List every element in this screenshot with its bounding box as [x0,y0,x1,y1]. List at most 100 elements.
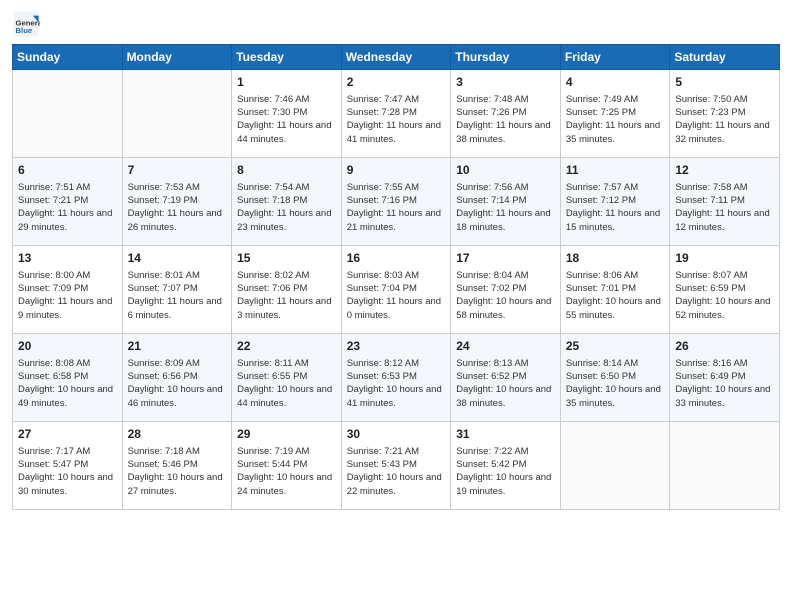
sunset: Sunset: 6:56 PM [128,371,198,382]
day-number: 2 [347,74,446,91]
daylight: Daylight: 11 hours and 35 minutes. [566,120,660,144]
sunrise: Sunrise: 7:55 AM [347,182,419,193]
sunset: Sunset: 5:46 PM [128,459,198,470]
sunset: Sunset: 5:44 PM [237,459,307,470]
calendar-table: SundayMondayTuesdayWednesdayThursdayFrid… [12,44,780,510]
calendar-cell: 12Sunrise: 7:58 AMSunset: 7:11 PMDayligh… [670,158,780,246]
daylight: Daylight: 10 hours and 49 minutes. [18,384,113,408]
daylight: Daylight: 10 hours and 52 minutes. [675,296,770,320]
sunset: Sunset: 7:02 PM [456,283,526,294]
sunrise: Sunrise: 8:02 AM [237,270,309,281]
sunrise: Sunrise: 7:22 AM [456,446,528,457]
daylight: Daylight: 11 hours and 44 minutes. [237,120,331,144]
calendar-cell: 6Sunrise: 7:51 AMSunset: 7:21 PMDaylight… [13,158,123,246]
sunrise: Sunrise: 7:56 AM [456,182,528,193]
day-number: 11 [566,162,665,179]
sunrise: Sunrise: 7:47 AM [347,94,419,105]
daylight: Daylight: 11 hours and 29 minutes. [18,208,112,232]
sunrise: Sunrise: 7:18 AM [128,446,200,457]
calendar-cell [122,70,232,158]
sunset: Sunset: 7:07 PM [128,283,198,294]
sunrise: Sunrise: 8:16 AM [675,358,747,369]
day-number: 15 [237,250,336,267]
day-number: 29 [237,426,336,443]
sunset: Sunset: 5:42 PM [456,459,526,470]
sunset: Sunset: 6:52 PM [456,371,526,382]
sunset: Sunset: 5:47 PM [18,459,88,470]
calendar-cell: 2Sunrise: 7:47 AMSunset: 7:28 PMDaylight… [341,70,451,158]
daylight: Daylight: 11 hours and 15 minutes. [566,208,660,232]
sunrise: Sunrise: 7:57 AM [566,182,638,193]
sunset: Sunset: 7:11 PM [675,195,745,206]
sunset: Sunset: 7:18 PM [237,195,307,206]
calendar-cell: 19Sunrise: 8:07 AMSunset: 6:59 PMDayligh… [670,246,780,334]
calendar-cell: 27Sunrise: 7:17 AMSunset: 5:47 PMDayligh… [13,422,123,510]
calendar-cell: 5Sunrise: 7:50 AMSunset: 7:23 PMDaylight… [670,70,780,158]
calendar-cell: 29Sunrise: 7:19 AMSunset: 5:44 PMDayligh… [232,422,342,510]
calendar-cell: 23Sunrise: 8:12 AMSunset: 6:53 PMDayligh… [341,334,451,422]
calendar-week-row: 27Sunrise: 7:17 AMSunset: 5:47 PMDayligh… [13,422,780,510]
day-number: 16 [347,250,446,267]
calendar-cell: 10Sunrise: 7:56 AMSunset: 7:14 PMDayligh… [451,158,561,246]
daylight: Daylight: 11 hours and 18 minutes. [456,208,550,232]
sunrise: Sunrise: 7:21 AM [347,446,419,457]
calendar-header-wednesday: Wednesday [341,45,451,70]
calendar-cell: 1Sunrise: 7:46 AMSunset: 7:30 PMDaylight… [232,70,342,158]
daylight: Daylight: 10 hours and 58 minutes. [456,296,551,320]
day-number: 9 [347,162,446,179]
day-number: 3 [456,74,555,91]
sunset: Sunset: 7:26 PM [456,107,526,118]
sunrise: Sunrise: 8:00 AM [18,270,90,281]
sunrise: Sunrise: 8:14 AM [566,358,638,369]
day-number: 8 [237,162,336,179]
sunset: Sunset: 6:59 PM [675,283,745,294]
sunset: Sunset: 7:06 PM [237,283,307,294]
day-number: 5 [675,74,774,91]
day-number: 25 [566,338,665,355]
sunset: Sunset: 7:14 PM [456,195,526,206]
day-number: 31 [456,426,555,443]
daylight: Daylight: 10 hours and 38 minutes. [456,384,551,408]
calendar-cell: 11Sunrise: 7:57 AMSunset: 7:12 PMDayligh… [560,158,670,246]
sunrise: Sunrise: 7:17 AM [18,446,90,457]
daylight: Daylight: 10 hours and 55 minutes. [566,296,661,320]
sunset: Sunset: 7:30 PM [237,107,307,118]
daylight: Daylight: 10 hours and 22 minutes. [347,472,442,496]
daylight: Daylight: 10 hours and 33 minutes. [675,384,770,408]
calendar-cell: 28Sunrise: 7:18 AMSunset: 5:46 PMDayligh… [122,422,232,510]
calendar-cell [560,422,670,510]
calendar-header-tuesday: Tuesday [232,45,342,70]
day-number: 6 [18,162,117,179]
calendar-cell: 20Sunrise: 8:08 AMSunset: 6:58 PMDayligh… [13,334,123,422]
sunrise: Sunrise: 7:54 AM [237,182,309,193]
daylight: Daylight: 11 hours and 6 minutes. [128,296,222,320]
calendar-cell: 8Sunrise: 7:54 AMSunset: 7:18 PMDaylight… [232,158,342,246]
calendar-header-thursday: Thursday [451,45,561,70]
calendar-cell: 4Sunrise: 7:49 AMSunset: 7:25 PMDaylight… [560,70,670,158]
sunset: Sunset: 7:23 PM [675,107,745,118]
sunset: Sunset: 7:25 PM [566,107,636,118]
daylight: Daylight: 10 hours and 24 minutes. [237,472,332,496]
sunset: Sunset: 7:19 PM [128,195,198,206]
day-number: 4 [566,74,665,91]
daylight: Daylight: 11 hours and 0 minutes. [347,296,441,320]
day-number: 18 [566,250,665,267]
calendar-cell: 22Sunrise: 8:11 AMSunset: 6:55 PMDayligh… [232,334,342,422]
sunrise: Sunrise: 7:50 AM [675,94,747,105]
sunrise: Sunrise: 8:12 AM [347,358,419,369]
calendar-header-sunday: Sunday [13,45,123,70]
day-number: 14 [128,250,227,267]
sunset: Sunset: 6:53 PM [347,371,417,382]
calendar-cell: 26Sunrise: 8:16 AMSunset: 6:49 PMDayligh… [670,334,780,422]
calendar-week-row: 20Sunrise: 8:08 AMSunset: 6:58 PMDayligh… [13,334,780,422]
calendar-header-monday: Monday [122,45,232,70]
sunset: Sunset: 7:21 PM [18,195,88,206]
calendar-cell: 14Sunrise: 8:01 AMSunset: 7:07 PMDayligh… [122,246,232,334]
calendar-cell: 16Sunrise: 8:03 AMSunset: 7:04 PMDayligh… [341,246,451,334]
daylight: Daylight: 11 hours and 9 minutes. [18,296,112,320]
daylight: Daylight: 11 hours and 26 minutes. [128,208,222,232]
calendar-cell: 25Sunrise: 8:14 AMSunset: 6:50 PMDayligh… [560,334,670,422]
day-number: 30 [347,426,446,443]
daylight: Daylight: 10 hours and 30 minutes. [18,472,113,496]
sunrise: Sunrise: 8:11 AM [237,358,309,369]
